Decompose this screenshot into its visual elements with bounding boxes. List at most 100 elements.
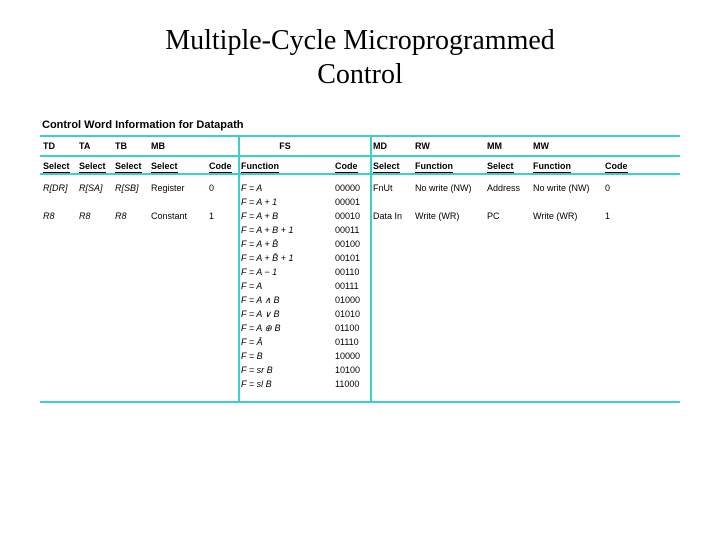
col-ta: TA <box>76 138 112 154</box>
datapath-table: TD TA TB MB FS MD RW MM MW Select Select… <box>40 135 680 403</box>
table-row: F = A ⊕ B 01100 <box>40 322 680 336</box>
cell-fs-fun: F = A ⊕ B <box>238 322 332 335</box>
cell-fs-fun: F = A − 1 <box>238 266 332 278</box>
cell-fs-code: 00010 <box>332 210 370 222</box>
cell-fs-fun: F = A <box>238 280 332 292</box>
col-md: MD <box>370 138 412 154</box>
slide: Multiple-Cycle Microprogrammed Control C… <box>0 0 720 540</box>
cell-tb: R8 <box>112 210 148 222</box>
table-row: F = Ā 01110 <box>40 336 680 350</box>
cell-fs-code: 00101 <box>332 252 370 264</box>
cell-fs-code: 01010 <box>332 308 370 320</box>
cell-fs-fun: F = sr B <box>238 364 332 376</box>
cell-fs-fun: F = A ∨ B <box>238 308 332 321</box>
table-row: F = A + B̄ 00100 <box>40 238 680 252</box>
table-row: F = A + B + 1 00011 <box>40 224 680 238</box>
cell-fs-fun: F = A + B <box>238 210 332 222</box>
col-mb: MB <box>148 138 206 154</box>
rule-mid-1 <box>40 155 680 157</box>
col-fs-code-gap <box>332 138 370 144</box>
cell-mw-fun: Write (WR) <box>530 210 602 222</box>
sub-ta-label: Select <box>79 161 106 173</box>
table-row: F = A − 1 00110 <box>40 266 680 280</box>
cell-rw: Write (WR) <box>412 210 484 222</box>
cell-mb-sel: Constant <box>148 210 206 222</box>
cell-mm: Address <box>484 182 530 194</box>
sub-rw-label: Function <box>415 161 453 173</box>
cell-fs-code: 00011 <box>332 224 370 236</box>
cell-fs-code: 01110 <box>332 336 370 348</box>
cell-fs-fun: F = A + 1 <box>238 196 332 208</box>
sub-fs-fun-label: Function <box>241 161 279 173</box>
cell-fs-code: 00100 <box>332 238 370 250</box>
col-tb: TB <box>112 138 148 154</box>
cell-md: FnUt <box>370 182 412 194</box>
col-mw: MW <box>530 138 602 154</box>
cell-tb: R[SB] <box>112 182 148 194</box>
table-row: R[DR] R[SA] R[SB] Register 0 F = A 00000… <box>40 182 680 196</box>
cell-fs-code: 11000 <box>332 378 370 390</box>
table-row: F = A ∨ B 01010 <box>40 308 680 322</box>
col-td: TD <box>40 138 76 154</box>
table-row: F = B 10000 <box>40 350 680 364</box>
title-line-2: Control <box>317 59 403 90</box>
table-row: F = A 00111 <box>40 280 680 294</box>
cell-mm: PC <box>484 210 530 222</box>
table-row: F = A ∧ B 01000 <box>40 294 680 308</box>
sub-mw-code-label: Code <box>605 161 628 173</box>
sub-td-label: Select <box>43 161 70 173</box>
cell-mb-sel: Register <box>148 182 206 194</box>
title-line-1: Multiple-Cycle Microprogrammed <box>165 25 555 56</box>
cell-td: R[DR] <box>40 182 76 194</box>
cell-fs-code: 00111 <box>332 280 370 292</box>
cell-md: Data In <box>370 210 412 222</box>
cell-fs-code: 10100 <box>332 364 370 376</box>
cell-mw-fun: No write (NW) <box>530 182 602 194</box>
cell-fs-fun: F = Ā <box>238 336 332 348</box>
col-mm: MM <box>484 138 530 154</box>
col-mb-code-gap <box>206 138 238 144</box>
cell-mb-code: 0 <box>206 182 238 194</box>
table-caption: Control Word Information for Datapath <box>40 119 680 131</box>
sub-mb-sel-label: Select <box>151 161 178 173</box>
cell-ta: R[SA] <box>76 182 112 194</box>
sub-tb-label: Select <box>115 161 142 173</box>
col-rw: RW <box>412 138 484 154</box>
cell-fs-code: 00000 <box>332 182 370 194</box>
cell-mw-code: 0 <box>602 182 634 194</box>
table-body: R[DR] R[SA] R[SB] Register 0 F = A 00000… <box>40 176 680 400</box>
sub-md-label: Select <box>373 161 400 173</box>
table-row: F = sl B 11000 <box>40 378 680 392</box>
sub-mb-code-label: Code <box>209 161 232 173</box>
cell-rw: No write (NW) <box>412 182 484 194</box>
cell-fs-fun: F = A + B̄ <box>238 238 332 250</box>
cell-fs-code: 01000 <box>332 294 370 306</box>
sub-mw-fun-label: Function <box>533 161 571 173</box>
cell-ta: R8 <box>76 210 112 222</box>
cell-mw-code: 1 <box>602 210 634 222</box>
rule-mid-2 <box>40 173 680 175</box>
cell-fs-fun: F = A + B + 1 <box>238 224 332 236</box>
table-row: R8 R8 R8 Constant 1 F = A + B 00010 Data… <box>40 210 680 224</box>
vrule-fs-right <box>370 135 372 403</box>
sub-fs-code-label: Code <box>335 161 358 173</box>
cell-fs-fun: F = sl B <box>238 378 332 390</box>
cell-fs-code: 10000 <box>332 350 370 362</box>
cell-fs-fun: F = A ∧ B <box>238 294 332 307</box>
cell-mb-code: 1 <box>206 210 238 222</box>
rule-bottom <box>40 401 680 403</box>
sub-mm-label: Select <box>487 161 514 173</box>
col-fs: FS <box>238 138 332 154</box>
table-row: F = A + 1 00001 <box>40 196 680 210</box>
table-row: F = A + B̄ + 1 00101 <box>40 252 680 266</box>
page-title: Multiple-Cycle Microprogrammed Control <box>40 24 680 91</box>
cell-fs-code: 01100 <box>332 322 370 334</box>
cell-fs-code: 00110 <box>332 266 370 278</box>
table-row: F = sr B 10100 <box>40 364 680 378</box>
rule-top <box>40 135 680 137</box>
cell-fs-fun: F = A <box>238 182 332 194</box>
cell-fs-fun: F = B <box>238 350 332 362</box>
col-mw-code-gap <box>602 138 634 144</box>
vrule-fs-left <box>238 135 240 403</box>
cell-fs-fun: F = A + B̄ + 1 <box>238 252 332 264</box>
